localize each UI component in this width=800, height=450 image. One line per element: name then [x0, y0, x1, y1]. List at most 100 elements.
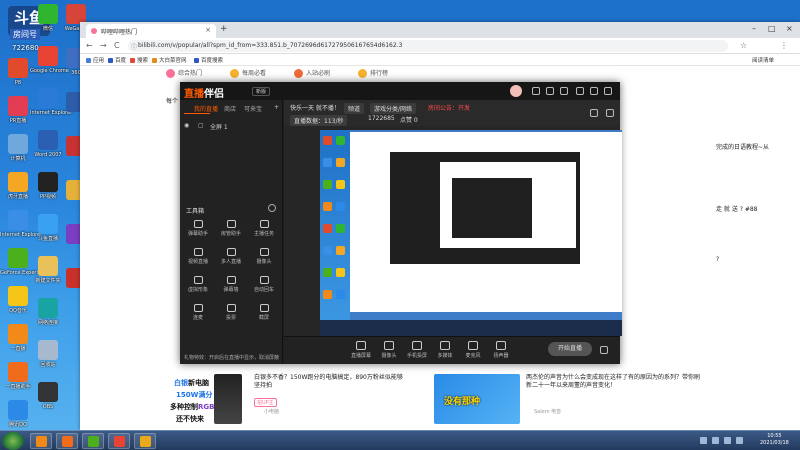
- app-logo: 直播伴侣: [184, 89, 224, 100]
- category-tag[interactable]: 游戏分类/网络: [370, 103, 417, 114]
- desktop-icon[interactable]: 回收站: [30, 340, 66, 368]
- taskbar-app[interactable]: [56, 433, 78, 449]
- popular-nav-item[interactable]: 综合热门: [166, 68, 202, 78]
- minimize-icon[interactable]: [576, 87, 584, 95]
- settings-gear-icon[interactable]: [600, 346, 608, 354]
- bookmark-item[interactable]: 搜索: [130, 56, 148, 64]
- maximize-icon[interactable]: [590, 87, 598, 95]
- avatar[interactable]: [510, 85, 522, 97]
- maximize-button[interactable]: □: [768, 24, 776, 33]
- tab-store[interactable]: 商店: [224, 104, 236, 113]
- popular-nav-label: 入站必刷: [306, 70, 331, 77]
- go-live-button[interactable]: 开始直播: [548, 342, 592, 356]
- uploader-name[interactable]: 小电脑: [264, 408, 279, 415]
- channel-tag[interactable]: 频道: [344, 103, 365, 114]
- taskbar-app[interactable]: [82, 433, 104, 449]
- tool-item[interactable]: 连麦: [184, 304, 212, 321]
- tool-item[interactable]: 房管助手: [217, 220, 245, 237]
- new-tab-button[interactable]: +: [220, 24, 228, 34]
- tool-icon: [193, 276, 203, 284]
- video-title[interactable]: 白银多不香？150W跑分的电脑搞定，890万粉丝似能够坚持拍: [254, 374, 404, 390]
- video-title-fragment[interactable]: 完成的日语教程~从: [716, 142, 769, 151]
- tool-label: 主播任务: [253, 231, 274, 237]
- site-info-icon[interactable]: ⓘ: [131, 42, 137, 51]
- tab-my-live[interactable]: 我的直播: [194, 104, 218, 113]
- thumbnail-text: 没有那种: [444, 397, 481, 407]
- tool-item[interactable]: 虚拟形象: [184, 276, 212, 293]
- settings-icon[interactable]: [546, 87, 554, 95]
- tool-item[interactable]: 弹幕助手: [184, 220, 212, 237]
- tool-item[interactable]: 多人直播: [217, 248, 245, 265]
- nav-circle-icon: [230, 69, 239, 78]
- url-field[interactable]: ⓘ bilibili.com/v/popular/all?spm_id_from…: [128, 40, 728, 52]
- tool-item[interactable]: 自动回车: [250, 276, 278, 293]
- tray-network-icon[interactable]: [700, 437, 707, 444]
- stream-preview[interactable]: [320, 130, 622, 336]
- video-title-fragment[interactable]: ?: [716, 256, 719, 263]
- tool-item[interactable]: 投票: [217, 304, 245, 321]
- start-button[interactable]: [2, 432, 24, 450]
- lock-icon[interactable]: ▢: [198, 122, 204, 129]
- reload-icon[interactable]: C: [114, 41, 120, 50]
- taskbar-app[interactable]: [30, 433, 52, 449]
- source-button[interactable]: 直播屏幕: [346, 341, 376, 359]
- taskbar-app[interactable]: [134, 433, 156, 449]
- more-icon[interactable]: [268, 204, 276, 212]
- video-title-fragment[interactable]: 走 就 送 ? #88: [716, 204, 757, 213]
- app-icon: [38, 46, 58, 66]
- desktop-icon[interactable]: OBS: [30, 382, 66, 410]
- popular-nav-item[interactable]: 每周必看: [230, 68, 266, 78]
- source-button[interactable]: 多媒体: [430, 341, 460, 359]
- bell-icon[interactable]: [606, 109, 614, 117]
- bookmark-label: 大白菜官网: [159, 58, 187, 64]
- tool-item[interactable]: 主播任务: [250, 220, 278, 237]
- tab-treasure[interactable]: 可来宝: [244, 104, 262, 113]
- video-title[interactable]: 两杰伦的声音为什么会变成现在这样了有的原因为的系列？带你刷新二十一年以来周董的声…: [526, 374, 702, 390]
- app-icon: [38, 130, 58, 150]
- bookmark-item[interactable]: 应用: [86, 56, 104, 64]
- tab-bilibili[interactable]: 哔哩哔哩热门 ×: [86, 24, 216, 38]
- desktop-icon[interactable]: 网络连接: [30, 298, 66, 326]
- source-button[interactable]: 麦克风: [458, 341, 488, 359]
- popular-nav-item[interactable]: 排行榜: [358, 68, 388, 78]
- tool-icon: [226, 220, 236, 228]
- back-icon[interactable]: ←: [86, 41, 93, 50]
- bookmark-item[interactable]: 百度搜索: [194, 56, 223, 64]
- tool-item[interactable]: 弹幕墙: [217, 276, 245, 293]
- star-icon[interactable]: ☆: [740, 41, 747, 50]
- tray-ime-icon[interactable]: [724, 437, 731, 444]
- tool-item[interactable]: 视频直播: [184, 248, 212, 265]
- tray-volume-icon[interactable]: [712, 437, 719, 444]
- popular-nav-item[interactable]: 入站必刷: [294, 68, 330, 78]
- close-icon[interactable]: [604, 87, 612, 95]
- add-tab-icon[interactable]: +: [274, 104, 279, 111]
- tab-close-icon[interactable]: ×: [205, 26, 211, 34]
- app-icon: [8, 286, 28, 306]
- tray-flag-icon[interactable]: [736, 437, 743, 444]
- system-clock[interactable]: 10:55 2021/03/18: [760, 433, 789, 447]
- bookmark-item[interactable]: 百度: [108, 56, 126, 64]
- source-button[interactable]: 扬声器: [486, 341, 516, 359]
- source-button[interactable]: 手机投屏: [402, 341, 432, 359]
- skin-icon[interactable]: [560, 87, 568, 95]
- menu-icon[interactable]: ⋮: [780, 41, 788, 50]
- video-thumbnail[interactable]: 没有那种: [434, 374, 520, 424]
- eye-icon[interactable]: ◉: [184, 122, 189, 129]
- close-window-button[interactable]: ×: [786, 24, 793, 33]
- like-count: 点赞 0: [400, 117, 418, 124]
- minimize-button[interactable]: –: [752, 24, 756, 33]
- message-icon[interactable]: [532, 87, 540, 95]
- announcement[interactable]: 房间公告：开发: [428, 103, 470, 112]
- uploader-name[interactable]: Salem 电音: [534, 408, 561, 415]
- bookmark-item[interactable]: 大白菜官网: [152, 56, 187, 64]
- live-title[interactable]: 快乐一天 就不播！: [290, 103, 340, 112]
- tool-label: 连麦: [192, 315, 203, 321]
- reading-list[interactable]: 阅读清单: [752, 56, 774, 64]
- share-icon[interactable]: [590, 109, 598, 117]
- forward-icon[interactable]: →: [100, 41, 107, 50]
- tool-item[interactable]: 摄像头: [250, 248, 278, 265]
- taskbar-app[interactable]: [108, 433, 130, 449]
- source-button[interactable]: 摄像头: [374, 341, 404, 359]
- tool-item[interactable]: 截屏: [250, 304, 278, 321]
- scene-row[interactable]: ◉ ▢ 全屏 1: [184, 122, 280, 132]
